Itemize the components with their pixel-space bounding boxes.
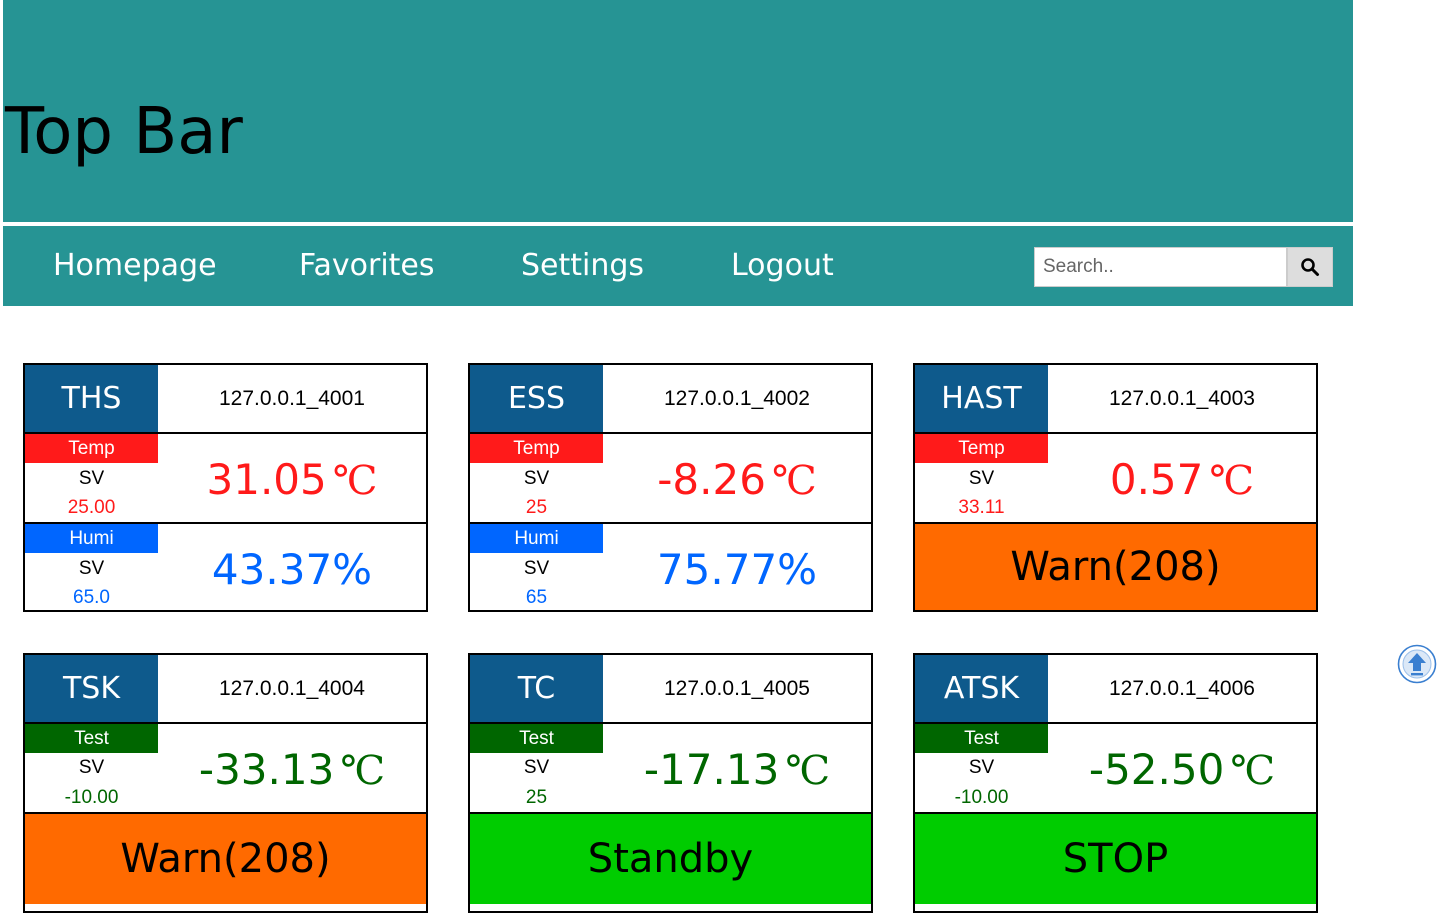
- test-reading: -17.13 ℃: [603, 745, 871, 794]
- card-id: 127.0.0.1_4006: [1109, 676, 1255, 700]
- device-card-atsk[interactable]: ATSK 127.0.0.1_4006 Test SV -10.00 -52.5…: [913, 653, 1318, 913]
- humi-reading: 75.77%: [656, 545, 818, 594]
- celsius-unit: ℃: [771, 458, 817, 504]
- card-id: 127.0.0.1_4005: [664, 676, 810, 700]
- sv-label: SV: [523, 558, 550, 579]
- status-band-stop: STOP: [915, 814, 1316, 904]
- humi-badge: Humi: [470, 524, 603, 553]
- test-sv-value: -10.00: [954, 787, 1009, 808]
- sv-label: SV: [78, 468, 105, 489]
- test-badge: Test: [25, 724, 158, 753]
- temp-reading-value: 0.57: [1109, 455, 1204, 504]
- card-id: 127.0.0.1_4003: [1109, 386, 1255, 410]
- device-card-ths[interactable]: THS 127.0.0.1_4001 Temp SV 25.00 31.05 ℃ …: [23, 363, 428, 612]
- celsius-unit: ℃: [332, 458, 378, 504]
- celsius-unit: ℃: [785, 748, 831, 794]
- search-icon: [1301, 258, 1319, 276]
- temp-reading: 0.57 ℃: [1048, 455, 1316, 504]
- device-card-tsk[interactable]: TSK 127.0.0.1_4004 Test SV -10.00 -33.13…: [23, 653, 428, 913]
- temp-reading: 31.05 ℃: [158, 455, 426, 504]
- test-sv-value: 25: [525, 787, 548, 808]
- humi-sv-value: 65: [525, 587, 548, 608]
- nav-homepage[interactable]: Homepage: [53, 248, 217, 284]
- device-card-ess[interactable]: ESS 127.0.0.1_4002 Temp SV 25 -8.26 ℃ Hum…: [468, 363, 873, 612]
- scroll-top-button[interactable]: [1397, 644, 1437, 684]
- temp-sv-value: 25.00: [67, 497, 116, 518]
- card-type: ESS: [470, 365, 603, 432]
- temp-reading: -8.26 ℃: [603, 455, 871, 504]
- status-band-standby: Standby: [470, 814, 871, 904]
- card-type: THS: [25, 365, 158, 432]
- sv-label: SV: [523, 468, 550, 489]
- humi-badge: Humi: [25, 524, 158, 553]
- card-type: ATSK: [915, 655, 1048, 722]
- test-reading: -52.50 ℃: [1048, 745, 1316, 794]
- test-sv-value: -10.00: [64, 787, 119, 808]
- test-badge: Test: [915, 724, 1048, 753]
- card-id: 127.0.0.1_4002: [664, 386, 810, 410]
- test-reading-value: -17.13: [643, 745, 780, 794]
- temp-badge: Temp: [25, 434, 158, 463]
- sv-label: SV: [968, 757, 995, 778]
- temp-badge: Temp: [470, 434, 603, 463]
- card-type: TSK: [25, 655, 158, 722]
- celsius-unit: ℃: [1209, 458, 1255, 504]
- temp-badge: Temp: [915, 434, 1048, 463]
- card-id: 127.0.0.1_4004: [219, 676, 365, 700]
- search-input[interactable]: [1034, 247, 1287, 287]
- temp-reading-value: 31.05: [206, 455, 327, 504]
- sv-label: SV: [78, 757, 105, 778]
- status-band-warn: Warn(208): [915, 524, 1316, 610]
- nav-bar: Homepage Favorites Settings Logout: [3, 226, 1353, 306]
- device-card-hast[interactable]: HAST 127.0.0.1_4003 Temp SV 33.11 0.57 ℃ …: [913, 363, 1318, 612]
- card-id: 127.0.0.1_4001: [219, 386, 365, 410]
- search-button[interactable]: [1287, 247, 1333, 287]
- nav-logout[interactable]: Logout: [731, 248, 834, 284]
- celsius-unit: ℃: [1230, 748, 1276, 794]
- card-type: HAST: [915, 365, 1048, 432]
- temp-reading-value: -8.26: [657, 455, 766, 504]
- test-badge: Test: [470, 724, 603, 753]
- nav-favorites[interactable]: Favorites: [299, 248, 435, 284]
- nav-settings[interactable]: Settings: [521, 248, 644, 284]
- sv-label: SV: [523, 757, 550, 778]
- top-bar: Top Bar: [3, 0, 1353, 222]
- card-type: TC: [470, 655, 603, 722]
- device-card-tc[interactable]: TC 127.0.0.1_4005 Test SV 25 -17.13 ℃ Sta…: [468, 653, 873, 913]
- arrow-up-circle-icon: [1397, 644, 1437, 684]
- test-reading-value: -33.13: [198, 745, 335, 794]
- status-band-warn: Warn(208): [25, 814, 426, 904]
- test-reading-value: -52.50: [1088, 745, 1225, 794]
- temp-sv-value: 33.11: [958, 497, 1005, 518]
- temp-sv-value: 25: [525, 497, 548, 518]
- humi-reading: 43.37%: [211, 545, 373, 594]
- humi-sv-value: 65.0: [73, 587, 110, 608]
- top-bar-title: Top Bar: [5, 95, 243, 169]
- celsius-unit: ℃: [340, 748, 386, 794]
- sv-label: SV: [968, 468, 995, 489]
- test-reading: -33.13 ℃: [158, 745, 426, 794]
- sv-label: SV: [78, 558, 105, 579]
